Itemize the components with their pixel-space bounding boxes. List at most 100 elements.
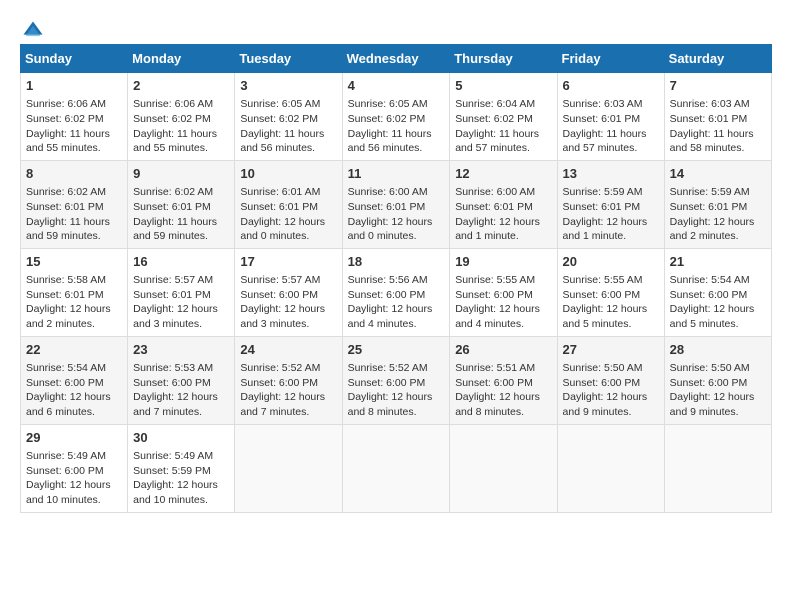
calendar-cell: 6Sunrise: 6:03 AMSunset: 6:01 PMDaylight…	[557, 73, 664, 161]
day-info-line: and 7 minutes.	[240, 406, 309, 418]
calendar-cell: 5Sunrise: 6:04 AMSunset: 6:02 PMDaylight…	[450, 73, 557, 161]
day-number: 21	[670, 253, 766, 271]
day-info-line: Sunset: 6:01 PM	[670, 113, 748, 125]
day-info-line: Daylight: 12 hours	[133, 391, 218, 403]
day-info-line: and 58 minutes.	[670, 142, 745, 154]
day-info-line: Sunrise: 5:54 AM	[26, 362, 106, 374]
day-info-line: Sunset: 6:01 PM	[563, 201, 641, 213]
day-info-line: Sunset: 6:01 PM	[26, 289, 104, 301]
day-info-line: Sunrise: 6:02 AM	[26, 186, 106, 198]
day-info-line: Daylight: 12 hours	[240, 391, 325, 403]
day-info-line: Sunrise: 6:05 AM	[348, 98, 428, 110]
day-number: 10	[240, 165, 336, 183]
day-number: 29	[26, 429, 122, 447]
day-info-line: Daylight: 11 hours	[26, 216, 110, 228]
day-info-line: Sunset: 6:00 PM	[26, 465, 104, 477]
day-info-line: Sunset: 6:01 PM	[563, 113, 641, 125]
day-info-line: and 1 minute.	[563, 230, 627, 242]
calendar-week-1: 1Sunrise: 6:06 AMSunset: 6:02 PMDaylight…	[21, 73, 772, 161]
day-info-line: Sunrise: 5:58 AM	[26, 274, 106, 286]
calendar-cell: 13Sunrise: 5:59 AMSunset: 6:01 PMDayligh…	[557, 160, 664, 248]
day-info-line: Daylight: 12 hours	[670, 303, 755, 315]
calendar-cell: 18Sunrise: 5:56 AMSunset: 6:00 PMDayligh…	[342, 248, 450, 336]
day-info-line: and 59 minutes.	[133, 230, 208, 242]
calendar-header-saturday: Saturday	[664, 45, 771, 73]
day-info-line: and 9 minutes.	[670, 406, 739, 418]
day-number: 19	[455, 253, 551, 271]
day-info-line: Sunrise: 5:51 AM	[455, 362, 535, 374]
day-number: 2	[133, 77, 229, 95]
calendar-header-friday: Friday	[557, 45, 664, 73]
day-info-line: Sunset: 6:00 PM	[563, 377, 641, 389]
day-info-line: Sunset: 6:01 PM	[133, 289, 211, 301]
day-number: 5	[455, 77, 551, 95]
day-info-line: Sunset: 6:02 PM	[240, 113, 318, 125]
day-info-line: Daylight: 12 hours	[348, 216, 433, 228]
day-number: 26	[455, 341, 551, 359]
day-info-line: Sunrise: 5:52 AM	[348, 362, 428, 374]
calendar-cell: 3Sunrise: 6:05 AMSunset: 6:02 PMDaylight…	[235, 73, 342, 161]
calendar-cell: 26Sunrise: 5:51 AMSunset: 6:00 PMDayligh…	[450, 336, 557, 424]
calendar-cell: 11Sunrise: 6:00 AMSunset: 6:01 PMDayligh…	[342, 160, 450, 248]
day-info-line: Sunset: 5:59 PM	[133, 465, 211, 477]
day-info-line: Sunrise: 5:55 AM	[455, 274, 535, 286]
day-info-line: Daylight: 11 hours	[563, 128, 647, 140]
day-info-line: Sunset: 6:00 PM	[670, 377, 748, 389]
day-info-line: Daylight: 11 hours	[133, 216, 217, 228]
day-info-line: Sunrise: 6:03 AM	[670, 98, 750, 110]
day-info-line: Sunset: 6:02 PM	[348, 113, 426, 125]
day-info-line: and 57 minutes.	[563, 142, 638, 154]
calendar-cell: 15Sunrise: 5:58 AMSunset: 6:01 PMDayligh…	[21, 248, 128, 336]
day-info-line: Daylight: 12 hours	[563, 303, 648, 315]
day-info-line: and 2 minutes.	[670, 230, 739, 242]
day-info-line: Sunset: 6:00 PM	[455, 377, 533, 389]
day-info-line: and 10 minutes.	[26, 494, 101, 506]
calendar-cell	[450, 424, 557, 512]
day-number: 22	[26, 341, 122, 359]
day-info-line: Sunset: 6:00 PM	[240, 377, 318, 389]
day-info-line: Sunset: 6:00 PM	[348, 289, 426, 301]
day-info-line: Sunrise: 5:50 AM	[670, 362, 750, 374]
calendar-cell: 7Sunrise: 6:03 AMSunset: 6:01 PMDaylight…	[664, 73, 771, 161]
day-info-line: Sunrise: 5:56 AM	[348, 274, 428, 286]
calendar-cell: 12Sunrise: 6:00 AMSunset: 6:01 PMDayligh…	[450, 160, 557, 248]
day-info-line: Daylight: 11 hours	[455, 128, 539, 140]
day-info-line: and 7 minutes.	[133, 406, 202, 418]
day-number: 7	[670, 77, 766, 95]
day-info-line: Sunrise: 6:05 AM	[240, 98, 320, 110]
day-info-line: Sunrise: 6:04 AM	[455, 98, 535, 110]
day-info-line: and 8 minutes.	[455, 406, 524, 418]
day-number: 16	[133, 253, 229, 271]
day-info-line: Daylight: 12 hours	[26, 391, 111, 403]
calendar-cell	[557, 424, 664, 512]
day-info-line: Sunset: 6:02 PM	[26, 113, 104, 125]
day-info-line: and 10 minutes.	[133, 494, 208, 506]
day-info-line: Sunrise: 5:59 AM	[670, 186, 750, 198]
calendar-header-tuesday: Tuesday	[235, 45, 342, 73]
day-info-line: Sunset: 6:00 PM	[563, 289, 641, 301]
day-info-line: Sunrise: 5:57 AM	[240, 274, 320, 286]
day-info-line: Sunrise: 5:55 AM	[563, 274, 643, 286]
logo	[20, 20, 44, 36]
day-info-line: and 4 minutes.	[348, 318, 417, 330]
day-info-line: Sunset: 6:00 PM	[133, 377, 211, 389]
calendar-cell: 29Sunrise: 5:49 AMSunset: 6:00 PMDayligh…	[21, 424, 128, 512]
calendar-cell: 28Sunrise: 5:50 AMSunset: 6:00 PMDayligh…	[664, 336, 771, 424]
day-number: 12	[455, 165, 551, 183]
day-number: 30	[133, 429, 229, 447]
day-number: 8	[26, 165, 122, 183]
day-number: 4	[348, 77, 445, 95]
calendar-cell: 1Sunrise: 6:06 AMSunset: 6:02 PMDaylight…	[21, 73, 128, 161]
day-info-line: Sunset: 6:00 PM	[455, 289, 533, 301]
day-info-line: Sunset: 6:00 PM	[240, 289, 318, 301]
calendar-cell: 2Sunrise: 6:06 AMSunset: 6:02 PMDaylight…	[128, 73, 235, 161]
day-info-line: Daylight: 12 hours	[240, 216, 325, 228]
day-info-line: Sunrise: 5:59 AM	[563, 186, 643, 198]
calendar-header-monday: Monday	[128, 45, 235, 73]
calendar-cell: 9Sunrise: 6:02 AMSunset: 6:01 PMDaylight…	[128, 160, 235, 248]
day-info-line: Sunrise: 5:53 AM	[133, 362, 213, 374]
day-number: 15	[26, 253, 122, 271]
day-info-line: Sunset: 6:00 PM	[348, 377, 426, 389]
calendar-cell: 8Sunrise: 6:02 AMSunset: 6:01 PMDaylight…	[21, 160, 128, 248]
calendar-header-thursday: Thursday	[450, 45, 557, 73]
